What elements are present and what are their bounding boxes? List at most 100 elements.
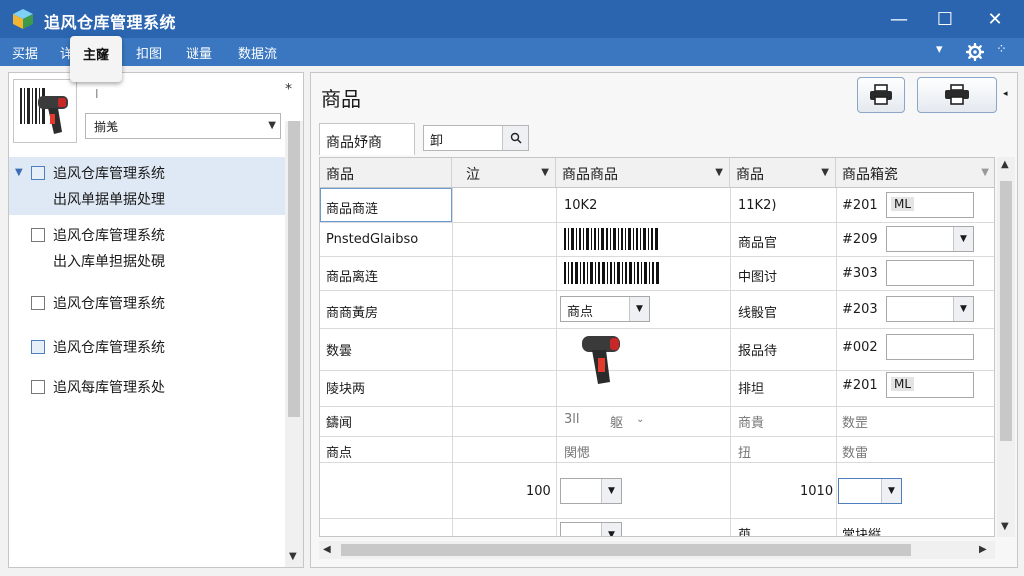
column-header[interactable]: 商品商品 ▼ [556, 158, 730, 188]
cell-combo[interactable]: 商点 ▼ [560, 296, 650, 322]
close-button[interactable]: ✕ [970, 0, 1020, 38]
column-header[interactable]: 泣 ▼ [452, 158, 556, 188]
tree-item-title: 追风仓库管理系统 [53, 166, 165, 182]
chevron-down-icon[interactable]: ⌄ [636, 414, 644, 425]
table-cell[interactable]: 陵块两 [326, 378, 365, 397]
table-cell[interactable]: 排坦 [738, 378, 764, 397]
tab-products[interactable]: 商品妤商 [319, 123, 415, 155]
scroll-right-icon[interactable]: ▶ [979, 544, 987, 555]
barcode-image [564, 262, 659, 284]
gear-icon[interactable] [966, 43, 984, 61]
left-scrollbar-thumb[interactable] [288, 121, 300, 417]
table-cell[interactable]: 萸 [738, 524, 751, 536]
table-cell[interactable]: #209 [842, 232, 878, 247]
table-cell[interactable]: 常块縦 [842, 524, 881, 536]
table-cell[interactable]: 躯 [610, 412, 623, 431]
menu-item-5[interactable]: 数据流 [238, 43, 277, 62]
cell-combo[interactable]: ▼ [560, 522, 622, 536]
horizontal-scrollbar-thumb[interactable] [341, 544, 911, 556]
scroll-down-icon[interactable]: ▼ [289, 551, 297, 562]
expand-arrow-icon[interactable]: ▼ [15, 167, 23, 178]
table-cell[interactable]: #201 [842, 378, 878, 393]
menu-item-3[interactable]: 扣图 [136, 43, 162, 62]
table-cell[interactable]: 商品官 [738, 232, 777, 251]
table-cell[interactable]: 1010 [800, 484, 833, 499]
table-cell[interactable]: 中图讨 [738, 266, 777, 285]
tree-item-1[interactable]: ▼ 追风仓库管理系统 出风单据单据处理 [9, 157, 285, 215]
maximize-button[interactable]: ☐ [920, 0, 970, 38]
table-cell[interactable]: #002 [842, 340, 878, 355]
cell-input[interactable] [886, 260, 974, 286]
collapse-panel-button[interactable]: ⁎ [285, 77, 292, 93]
menu-item-active[interactable]: 主窿 [70, 36, 122, 82]
cell-combo[interactable]: ▼ [886, 296, 974, 322]
scroll-up-icon[interactable]: ▲ [1001, 159, 1009, 170]
table-cell[interactable]: 商点 [326, 442, 352, 461]
table-cell[interactable]: 扭 [738, 442, 751, 461]
search-input[interactable]: 卸 [423, 125, 529, 151]
checkbox-checked-icon[interactable] [31, 166, 45, 180]
cell-input[interactable]: ML [886, 192, 974, 218]
cell-combo[interactable]: ▼ [560, 478, 622, 504]
print-preview-button[interactable] [917, 77, 997, 113]
filter-combo[interactable]: 揃羗 ▼ [85, 113, 281, 139]
menu-expand-button[interactable]: ⁘ [996, 42, 1007, 57]
search-value: 卸 [430, 134, 444, 149]
table-cell[interactable]: 関愢 [564, 442, 590, 461]
minimize-button[interactable]: — [874, 0, 924, 38]
table-cell[interactable]: 100 [526, 484, 551, 499]
menu-item-4[interactable]: 谜量 [186, 43, 212, 62]
checkbox-icon[interactable] [31, 228, 45, 242]
cell-input[interactable] [886, 334, 974, 360]
vertical-scrollbar-thumb[interactable] [1000, 181, 1012, 441]
table-cell[interactable]: PnstedGlaibso [326, 232, 418, 247]
table-cell[interactable]: 数曇 [326, 340, 352, 359]
checkbox-icon[interactable] [31, 380, 45, 394]
checkbox-icon[interactable] [31, 296, 45, 310]
chevron-down-icon: ▼ [629, 297, 649, 321]
column-header[interactable]: 商品箱瓷 ▼ [836, 158, 994, 188]
table-cell[interactable]: #303 [842, 266, 878, 281]
table-cell[interactable]: #203 [842, 302, 878, 317]
table-cell[interactable]: 3ll [564, 412, 580, 427]
vertical-scrollbar[interactable]: ▲ ▼ [997, 157, 1015, 537]
tree-item-4[interactable]: 追风仓库管理系统 [9, 331, 285, 363]
left-scrollbar[interactable]: ▼ [285, 121, 303, 567]
checkbox-checked-icon[interactable] [31, 340, 45, 354]
horizontal-scrollbar[interactable]: ◀ ▶ [319, 541, 995, 559]
column-header[interactable]: 商品 [320, 158, 452, 188]
table-cell[interactable]: 商商黃房 [326, 302, 378, 321]
tree-item-5[interactable]: 追风每库管理系处 [9, 371, 285, 403]
table-cell[interactable]: #201 [842, 198, 878, 213]
chevron-down-icon: ▼ [601, 523, 621, 536]
table-cell[interactable]: 10K2 [564, 198, 597, 213]
menu-item-1[interactable]: 买据 [12, 43, 38, 62]
printer-icon [870, 84, 892, 105]
app-logo-icon [13, 9, 33, 29]
table-cell[interactable]: 商品商涟 [326, 198, 378, 217]
table-cell[interactable]: 数罡 [842, 412, 868, 431]
chevron-down-icon: ▼ [541, 167, 549, 178]
toolbar-overflow-icon[interactable]: ◂ [1003, 89, 1008, 99]
scroll-left-icon[interactable]: ◀ [323, 544, 331, 555]
search-icon[interactable] [502, 126, 528, 150]
chevron-down-icon: ▼ [953, 227, 973, 251]
menu-dropdown-button[interactable]: ▾ [936, 42, 943, 57]
table-cell[interactable]: 11K2) [738, 198, 776, 213]
app-window: 追风仓库管理系统 — ☐ ✕ 买据 详 扣图 谜量 数据流 ▾ ⁘ 主窿 ⁎ I… [0, 0, 1024, 576]
cell-combo-focused[interactable]: ▼ [838, 478, 902, 504]
print-button[interactable] [857, 77, 905, 113]
scroll-down-icon[interactable]: ▼ [1001, 521, 1009, 532]
cell-combo[interactable]: ▼ [886, 226, 974, 252]
tree-item-2[interactable]: 追风仓库管理系统 出入库单担据处硯 [9, 219, 285, 277]
tree-item-3[interactable]: 追风仓库管理系统 [9, 287, 285, 319]
table-cell[interactable]: 数雷 [842, 442, 868, 461]
cell-input[interactable]: ML [886, 372, 974, 398]
column-header[interactable]: 商品 ▼ [730, 158, 836, 188]
table-cell[interactable]: 鑄闻 [326, 412, 352, 431]
table-cell[interactable]: 商品离连 [326, 266, 378, 285]
table-cell[interactable]: 报品待 [738, 340, 777, 359]
left-panel: ⁎ I 揃羗 ▼ ▼ 追风仓库管理系统 出风单据单据处理 追风仓库管理系统 出入… [8, 72, 304, 568]
table-cell[interactable]: 商貴 [738, 412, 764, 431]
table-cell[interactable]: 线骰官 [738, 302, 777, 321]
